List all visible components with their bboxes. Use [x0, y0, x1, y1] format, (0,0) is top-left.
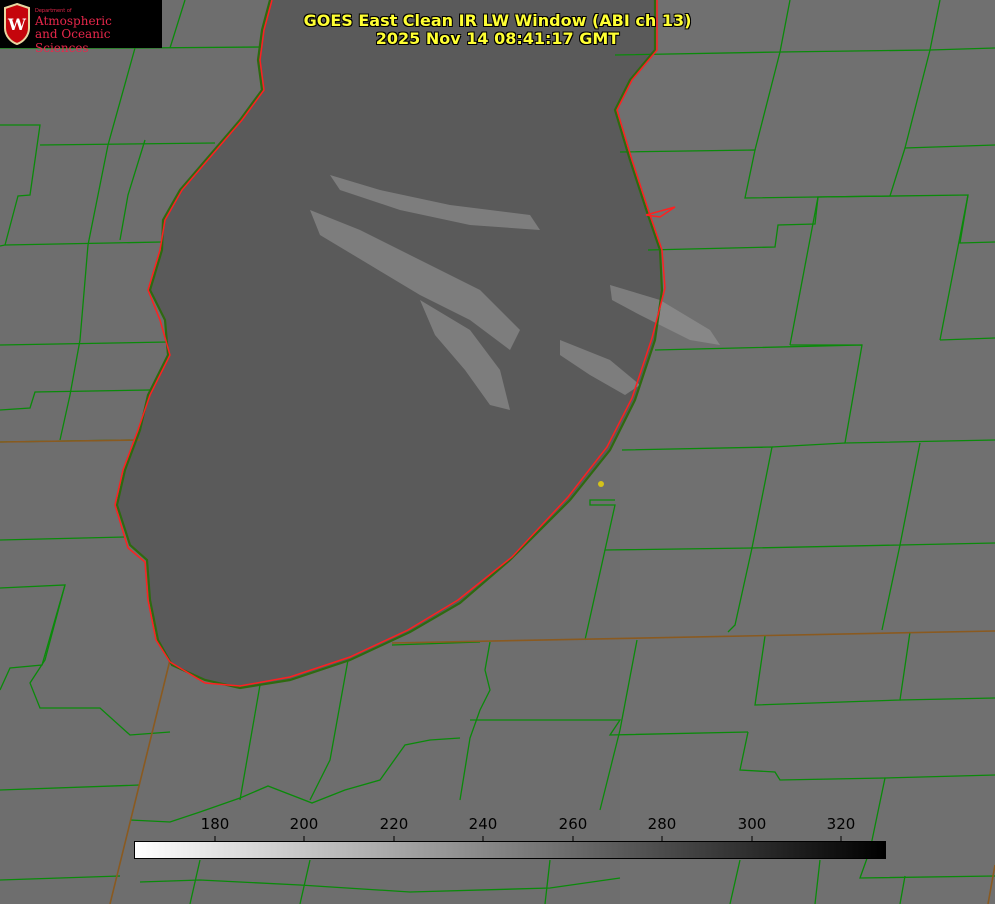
location-marker: [598, 481, 604, 487]
satellite-map: W Department of Atmospheric and Oceanic …: [0, 0, 995, 904]
colorbar-tick-label: 240: [468, 815, 498, 833]
land-shading: [620, 0, 995, 904]
colorbar-tick-label: 320: [826, 815, 856, 833]
colorbar-tick-label: 300: [737, 815, 767, 833]
colorbar-tick-label: 220: [379, 815, 409, 833]
colorbar-tick-label: 180: [200, 815, 230, 833]
temperature-colorbar: [134, 841, 886, 859]
map-canvas: [0, 0, 995, 904]
colorbar-tick-label: 260: [558, 815, 588, 833]
map-title: GOES East Clean IR LW Window (ABI ch 13): [303, 11, 692, 30]
colorbar-tick-label: 280: [647, 815, 677, 833]
map-timestamp: 2025 Nov 14 08:41:17 GMT: [375, 29, 620, 48]
colorbar-tick-label: 200: [289, 815, 319, 833]
